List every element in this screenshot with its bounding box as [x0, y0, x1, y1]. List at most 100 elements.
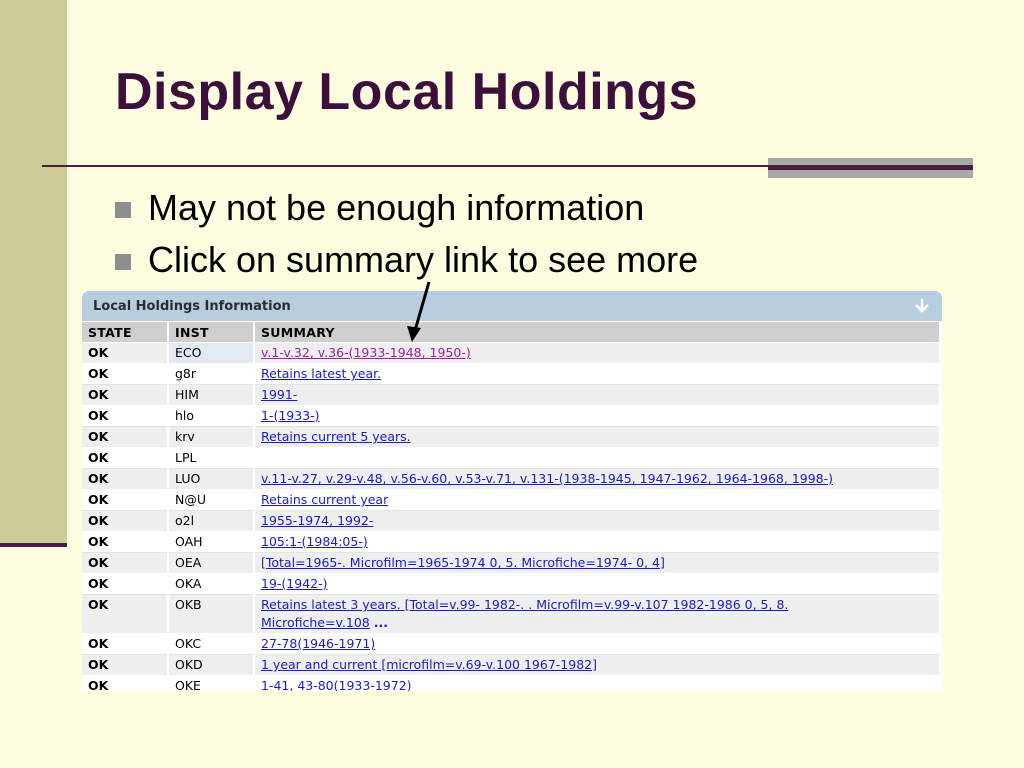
- inst-cell: hlo: [168, 405, 255, 427]
- summary-cell: v.11-v.27, v.29-v.48, v.56-v.60, v.53-v.…: [254, 468, 941, 490]
- column-header-inst[interactable]: INST: [168, 322, 255, 343]
- summary-cell: [Total=1965-. Microfilm=1965-1974 0, 5. …: [254, 552, 941, 574]
- left-decorative-band: [0, 0, 67, 546]
- bullet-item: May not be enough information: [115, 182, 698, 234]
- state-cell: OK: [82, 675, 169, 691]
- state-cell: OK: [82, 594, 169, 634]
- summary-link[interactable]: 19-(1942-): [261, 576, 328, 591]
- local-holdings-panel: Local Holdings Information STATE INST SU…: [82, 291, 942, 691]
- table-row: OK HIM 1991-: [82, 384, 941, 406]
- table-row: OK OKE 1-41, 43-80(1933-1972): [82, 675, 941, 691]
- summary-link[interactable]: 1 year and current [microfilm=v.69-v.100…: [261, 657, 597, 672]
- state-cell: OK: [82, 384, 169, 406]
- summary-link[interactable]: Retains current 5 years.: [261, 429, 411, 444]
- state-cell: OK: [82, 489, 169, 511]
- inst-cell: o2l: [168, 510, 255, 532]
- state-cell: OK: [82, 531, 169, 553]
- summary-cell: Retains latest year.: [254, 363, 941, 385]
- inst-cell: g8r: [168, 363, 255, 385]
- state-cell: OK: [82, 468, 169, 490]
- state-cell: OK: [82, 363, 169, 385]
- inst-cell: OKA: [168, 573, 255, 595]
- table-row: OK LPL: [82, 447, 941, 469]
- inst-cell: OKC: [168, 633, 255, 655]
- state-cell: OK: [82, 654, 169, 676]
- table-row: OK o2l 1955-1974, 1992-: [82, 510, 941, 532]
- summary-link[interactable]: 1991-: [261, 387, 297, 402]
- table-row: OK krv Retains current 5 years.: [82, 426, 941, 448]
- table-row: OK OKA 19-(1942-): [82, 573, 941, 595]
- holdings-table: STATE INST SUMMARY OK ECO v.1-v.32, v.36-(…: [82, 322, 941, 691]
- summary-cell: 1-41, 43-80(1933-1972): [254, 675, 941, 691]
- table-row: OK OKC 27-78(1946-1971): [82, 633, 941, 655]
- summary-link[interactable]: Retains latest 3 years. [Total=v.99- 198…: [261, 597, 788, 612]
- inst-cell: OKD: [168, 654, 255, 676]
- summary-link[interactable]: 27-78(1946-1971): [261, 636, 375, 651]
- summary-cell: 1991-: [254, 384, 941, 406]
- state-cell: OK: [82, 552, 169, 574]
- summary-link[interactable]: [Total=1965-. Microfilm=1965-1974 0, 5. …: [261, 555, 665, 570]
- summary-cell: Retains current 5 years.: [254, 426, 941, 448]
- summary-cell: 19-(1942-): [254, 573, 941, 595]
- inst-cell: ECO: [168, 342, 255, 364]
- state-cell: OK: [82, 426, 169, 448]
- summary-link-continued[interactable]: Microfiche=v.108: [261, 615, 370, 630]
- state-cell: OK: [82, 405, 169, 427]
- inst-cell: LPL: [168, 447, 255, 469]
- column-header-summary[interactable]: SUMMARY: [254, 322, 941, 343]
- panel-title: Local Holdings Information: [93, 298, 291, 314]
- summary-cell: [254, 447, 941, 469]
- table-row: OK OAH 105:1-(1984:05-): [82, 531, 941, 553]
- table-row: OK OKB Retains latest 3 years. [Total=v.99…: [82, 594, 941, 634]
- left-band-rule: [0, 543, 67, 547]
- summary-cell: 27-78(1946-1971): [254, 633, 941, 655]
- summary-cell: v.1-v.32, v.36-(1933-1948, 1950-): [254, 342, 941, 364]
- summary-cell: 1955-1974, 1992-: [254, 510, 941, 532]
- holdings-table-body: OK ECO v.1-v.32, v.36-(1933-1948, 1950-) OK…: [82, 342, 941, 691]
- slide-title: Display Local Holdings: [115, 63, 699, 121]
- summary-cell: 1 year and current [microfilm=v.69-v.100…: [254, 654, 941, 676]
- title-rule-accent: [768, 158, 973, 178]
- column-header-state[interactable]: STATE: [82, 322, 169, 343]
- title-rule: [42, 165, 772, 167]
- summary-cell: 105:1-(1984:05-): [254, 531, 941, 553]
- summary-link[interactable]: 1955-1974, 1992-: [261, 513, 373, 528]
- summary-link[interactable]: Retains latest year.: [261, 366, 381, 381]
- state-cell: OK: [82, 447, 169, 469]
- bullet-square-icon: [115, 202, 131, 218]
- pointer-arrow-icon: [407, 281, 431, 342]
- summary-link[interactable]: Retains current year: [261, 492, 388, 507]
- table-row: OK OKD 1 year and current [microfilm=v.69-…: [82, 654, 941, 676]
- state-cell: OK: [82, 510, 169, 532]
- summary-cell: 1-(1933-): [254, 405, 941, 427]
- table-row: OK LUO v.11-v.27, v.29-v.48, v.56-v.60, v.…: [82, 468, 941, 490]
- summary-link[interactable]: v.1-v.32, v.36-(1933-1948, 1950-): [261, 345, 471, 360]
- summary-link[interactable]: 105:1-(1984:05-): [261, 534, 368, 549]
- inst-cell: LUO: [168, 468, 255, 490]
- inst-cell: OAH: [168, 531, 255, 553]
- inst-cell: OKB: [168, 594, 255, 634]
- summary-cell: Retains current year: [254, 489, 941, 511]
- table-row: OK OEA [Total=1965-. Microfilm=1965-1974 0…: [82, 552, 941, 574]
- down-arrow-icon[interactable]: [914, 298, 930, 314]
- summary-link[interactable]: 1-41, 43-80(1933-1972): [261, 678, 412, 691]
- summary-link[interactable]: 1-(1933-): [261, 408, 320, 423]
- state-cell: OK: [82, 342, 169, 364]
- inst-cell: N@U: [168, 489, 255, 511]
- bullet-item: Click on summary link to see more: [115, 234, 698, 286]
- inst-cell: OKE: [168, 675, 255, 691]
- more-link[interactable]: ...: [374, 615, 388, 630]
- summary-cell: Retains latest 3 years. [Total=v.99- 198…: [254, 594, 941, 634]
- inst-cell: krv: [168, 426, 255, 448]
- bullet-square-icon: [115, 254, 131, 270]
- table-row: OK hlo 1-(1933-): [82, 405, 941, 427]
- state-cell: OK: [82, 573, 169, 595]
- summary-link[interactable]: v.11-v.27, v.29-v.48, v.56-v.60, v.53-v.…: [261, 471, 833, 486]
- bullet-text: May not be enough information: [148, 187, 645, 228]
- table-row: OK N@U Retains current year: [82, 489, 941, 511]
- panel-header: Local Holdings Information: [82, 291, 942, 322]
- table-row: OK g8r Retains latest year.: [82, 363, 941, 385]
- table-header-row: STATE INST SUMMARY: [82, 322, 941, 343]
- inst-cell: OEA: [168, 552, 255, 574]
- state-cell: OK: [82, 633, 169, 655]
